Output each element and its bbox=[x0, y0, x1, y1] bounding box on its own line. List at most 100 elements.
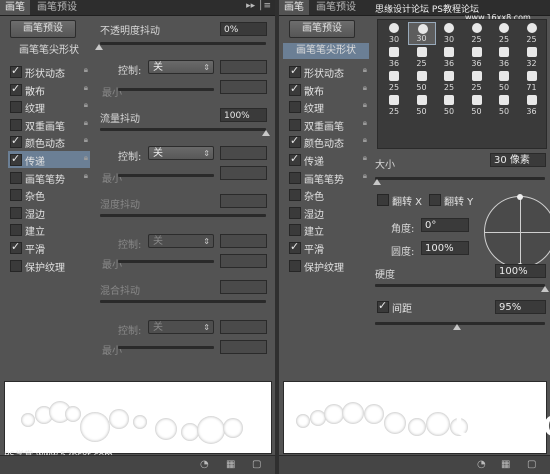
brush-option[interactable]: 纹理 🔒︎ bbox=[287, 98, 369, 115]
size-slider-track[interactable] bbox=[375, 177, 545, 180]
brush-tip[interactable]: 50 bbox=[435, 94, 463, 117]
brush-tip[interactable]: 25 bbox=[435, 70, 463, 93]
brush-tip[interactable]: 25 bbox=[463, 70, 491, 93]
flip-x-checkbox[interactable] bbox=[377, 194, 389, 206]
brush-tip[interactable]: 50 bbox=[490, 70, 518, 93]
lock-icon[interactable]: 🔒︎ bbox=[363, 118, 367, 128]
flow-jitter-field[interactable]: 100% bbox=[220, 108, 267, 122]
option-checkbox[interactable] bbox=[10, 224, 22, 237]
angle-field[interactable]: 0° bbox=[421, 218, 469, 232]
size-field[interactable]: 30 像素 bbox=[490, 153, 546, 167]
brush-tip[interactable]: 36 bbox=[518, 94, 546, 117]
option-checkbox[interactable] bbox=[289, 171, 301, 184]
option-checkbox[interactable] bbox=[10, 171, 22, 184]
brush-tip[interactable]: 71 bbox=[518, 70, 546, 93]
brush-tip[interactable]: 32 bbox=[518, 46, 546, 69]
option-checkbox[interactable] bbox=[10, 118, 22, 131]
hardness-field[interactable]: 100% bbox=[495, 264, 546, 278]
brush-option[interactable]: 杂色 bbox=[8, 186, 90, 203]
brush-tip[interactable]: 50 bbox=[408, 94, 436, 117]
flow-jitter-slider-track[interactable] bbox=[100, 128, 266, 131]
brush-option[interactable]: 建立 bbox=[8, 221, 90, 238]
brush-option[interactable]: 颜色动态 🔒︎ bbox=[8, 133, 90, 150]
spacing-field[interactable]: 95% bbox=[495, 300, 546, 314]
lock-icon[interactable]: 🔒︎ bbox=[363, 83, 367, 93]
option-checkbox[interactable] bbox=[289, 224, 301, 237]
lock-icon[interactable]: 🔒︎ bbox=[363, 65, 367, 75]
brush-option[interactable]: 平滑 bbox=[287, 239, 369, 256]
flip-y-option[interactable]: 翻转 Y bbox=[427, 191, 487, 208]
brush-tip[interactable]: 25 bbox=[380, 94, 408, 117]
brush-option[interactable]: 湿边 bbox=[287, 204, 369, 221]
brush-option[interactable]: 双重画笔 🔒︎ bbox=[287, 116, 369, 133]
minimum2-slider-track[interactable] bbox=[118, 174, 214, 177]
brush-option[interactable]: 形状动态 🔒︎ bbox=[287, 63, 369, 80]
brush-tip-shape-item[interactable]: 画笔笔尖形状 bbox=[283, 43, 369, 59]
option-checkbox[interactable] bbox=[289, 82, 301, 96]
opacity-jitter-field[interactable]: 0% bbox=[220, 22, 267, 36]
option-checkbox[interactable] bbox=[289, 206, 301, 219]
brush-option[interactable]: 保护纹理 bbox=[287, 257, 369, 274]
option-checkbox[interactable] bbox=[289, 64, 301, 78]
tab-brush-presets[interactable]: 画笔预设 bbox=[32, 0, 82, 15]
option-checkbox[interactable] bbox=[289, 259, 301, 272]
brush-option[interactable]: 保护纹理 bbox=[8, 257, 90, 274]
brush-tip[interactable]: 36 bbox=[435, 46, 463, 69]
brush-tip[interactable]: 30 bbox=[407, 22, 436, 45]
option-checkbox[interactable] bbox=[289, 240, 301, 254]
brush-option[interactable]: 散布 🔒︎ bbox=[287, 81, 369, 98]
brush-tip[interactable]: 30 bbox=[435, 22, 463, 45]
brush-tip[interactable]: 25 bbox=[380, 70, 408, 93]
opacity-jitter-slider-track[interactable] bbox=[100, 42, 266, 45]
brush-tip-shape-item[interactable]: 画笔笔尖形状 bbox=[6, 43, 92, 59]
brush-option[interactable]: 杂色 bbox=[287, 186, 369, 203]
brush-presets-button[interactable]: 画笔预设 bbox=[10, 20, 76, 38]
brush-tip[interactable]: 50 bbox=[490, 94, 518, 117]
lock-icon[interactable]: 🔒︎ bbox=[84, 171, 88, 181]
new-brush-icon[interactable]: ▢ bbox=[527, 459, 536, 470]
brush-option[interactable]: 形状动态 🔒︎ bbox=[8, 63, 90, 80]
new-brush-icon[interactable]: ▢ bbox=[252, 459, 261, 470]
control2-dropdown[interactable]: 关 ⇕ bbox=[148, 146, 214, 160]
brush-tip[interactable]: 36 bbox=[490, 46, 518, 69]
lock-icon[interactable]: 🔒︎ bbox=[363, 135, 367, 145]
tab-brush[interactable]: 画笔 bbox=[279, 0, 309, 15]
option-checkbox[interactable] bbox=[10, 101, 22, 114]
brush-option[interactable]: 纹理 🔒︎ bbox=[8, 98, 90, 115]
brush-tip[interactable]: 50 bbox=[463, 94, 491, 117]
option-checkbox[interactable] bbox=[289, 134, 301, 149]
option-checkbox[interactable] bbox=[10, 152, 22, 166]
size-slider-thumb[interactable] bbox=[373, 179, 381, 185]
brush-option[interactable]: 画笔笔势 🔒︎ bbox=[287, 169, 369, 186]
lock-icon[interactable]: 🔒︎ bbox=[84, 135, 88, 145]
brush-tip[interactable]: 25 bbox=[463, 22, 491, 45]
spacing-checkbox[interactable] bbox=[377, 299, 389, 313]
brush-presets-button[interactable]: 画笔预设 bbox=[289, 20, 355, 38]
brush-option[interactable]: 平滑 bbox=[8, 239, 90, 256]
option-checkbox[interactable] bbox=[10, 82, 22, 96]
panel-menu-icon[interactable]: ▸▸ │≡ bbox=[246, 1, 271, 11]
option-checkbox[interactable] bbox=[289, 101, 301, 114]
opacity-jitter-slider-thumb[interactable] bbox=[95, 44, 103, 50]
flip-y-checkbox[interactable] bbox=[429, 194, 441, 206]
option-checkbox[interactable] bbox=[10, 259, 22, 272]
lock-icon[interactable]: 🔒︎ bbox=[84, 83, 88, 93]
lock-icon[interactable]: 🔒︎ bbox=[84, 118, 88, 128]
control-dropdown[interactable]: 关 ⇕ bbox=[148, 60, 214, 74]
lock-icon[interactable]: 🔒︎ bbox=[84, 153, 88, 163]
brush-option[interactable]: 画笔笔势 🔒︎ bbox=[8, 169, 90, 186]
option-checkbox[interactable] bbox=[10, 240, 22, 254]
brush-tip[interactable]: 30 bbox=[380, 22, 408, 45]
lock-icon[interactable]: 🔒︎ bbox=[363, 171, 367, 181]
flow-jitter-slider-thumb[interactable] bbox=[262, 130, 270, 136]
brush-tip[interactable]: 50 bbox=[408, 70, 436, 93]
grid-icon[interactable]: ▦ bbox=[501, 459, 510, 470]
spacing-option[interactable]: 间距 bbox=[375, 298, 435, 315]
minimum-slider-track[interactable] bbox=[118, 88, 214, 91]
brush-option[interactable]: 传递 🔒︎ bbox=[8, 151, 90, 168]
brush-tip[interactable]: 25 bbox=[408, 46, 436, 69]
spacing-slider-thumb[interactable] bbox=[453, 324, 461, 330]
brush-option[interactable]: 建立 bbox=[287, 221, 369, 238]
hardness-slider-thumb[interactable] bbox=[541, 286, 549, 292]
lock-icon[interactable]: 🔒︎ bbox=[84, 65, 88, 75]
